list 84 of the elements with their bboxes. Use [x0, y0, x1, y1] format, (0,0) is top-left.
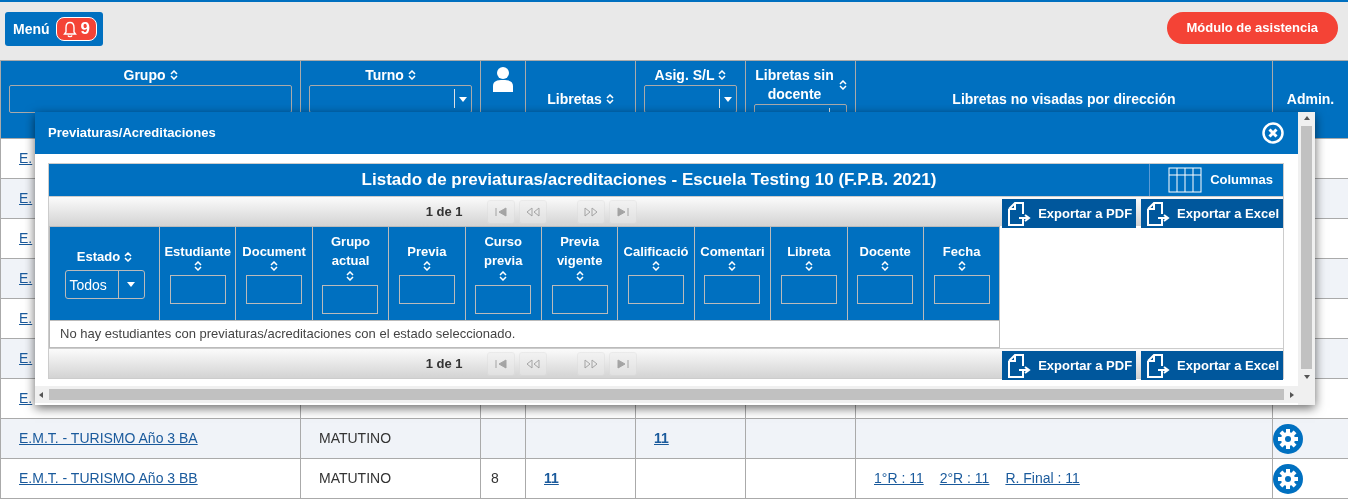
group-link[interactable]: E.: [19, 270, 33, 286]
group-link[interactable]: E.: [19, 390, 33, 406]
filter-select[interactable]: [309, 84, 472, 113]
page-indicator: 1 de 1: [425, 202, 463, 221]
report-link[interactable]: R. Final : 11: [1005, 468, 1080, 489]
sort-icon: [957, 261, 966, 272]
filter-field[interactable]: [9, 84, 292, 113]
export-button[interactable]: Exportar a PDF: [1002, 199, 1137, 228]
horizontal-scrollbar[interactable]: [35, 386, 1298, 403]
shift-text: MATUTINO: [319, 470, 392, 486]
column-header[interactable]: Admin.: [1286, 90, 1335, 109]
document-arrow-icon: [1145, 200, 1172, 227]
report-link[interactable]: 2°R : 11: [939, 468, 990, 489]
settings-icon[interactable]: [1273, 423, 1303, 454]
student-count: 8: [491, 470, 499, 486]
caret-icon: [127, 282, 135, 288]
column-header[interactable]: Previa: [407, 242, 447, 262]
group-link[interactable]: E.: [19, 350, 33, 366]
attendance-button[interactable]: Módulo de asistencia: [1166, 12, 1338, 44]
column-header[interactable]: Asig. S/L: [654, 66, 715, 85]
bell-icon: [62, 20, 77, 38]
filter-field[interactable]: [551, 284, 608, 314]
close-icon[interactable]: [1262, 122, 1284, 144]
sort-icon: [124, 252, 133, 262]
column-header[interactable]: Libreta: [787, 242, 831, 262]
column-header[interactable]: Libretas: [547, 90, 602, 109]
column-header[interactable]: Document: [242, 242, 306, 262]
filter-field[interactable]: [475, 284, 532, 314]
filter-field[interactable]: [628, 275, 685, 305]
report-link[interactable]: 1°R : 11: [874, 468, 924, 489]
column-header[interactable]: Turno: [365, 66, 404, 85]
column-header[interactable]: Grupo: [123, 66, 166, 85]
column-header[interactable]: Comentari: [700, 242, 765, 262]
column-header[interactable]: Docente: [859, 242, 911, 262]
export-button[interactable]: Exportar a Excel: [1141, 351, 1283, 380]
sort-icon: [346, 270, 355, 281]
notification-badge: 9: [55, 17, 98, 41]
sort-icon: [575, 270, 584, 281]
filter-field[interactable]: [857, 275, 914, 305]
empty-message: No hay estudiantes con previaturas/acreditaciones con el estado seleccionado.: [60, 326, 516, 342]
assignment-link[interactable]: 11: [654, 430, 669, 446]
column-header[interactable]: Estudiante: [164, 242, 231, 262]
document-arrow-icon: [1145, 352, 1172, 379]
shift-text: MATUTINO: [319, 430, 392, 446]
sort-icon: [804, 261, 813, 272]
column-header[interactable]: Estado: [76, 247, 121, 267]
filter-field[interactable]: [933, 275, 990, 305]
column-header[interactable]: Fecha: [942, 242, 981, 262]
group-link[interactable]: E.: [19, 230, 33, 246]
vertical-scrollbar[interactable]: [1298, 112, 1315, 405]
column-header[interactable]: Calificació: [623, 242, 689, 262]
sort-icon: [422, 261, 431, 272]
group-link[interactable]: E.: [19, 190, 33, 206]
filter-select[interactable]: [644, 84, 737, 113]
filter-field[interactable]: [322, 284, 379, 314]
export-button[interactable]: Exportar a Excel: [1141, 199, 1283, 228]
sort-icon: [193, 261, 202, 272]
filter-field[interactable]: [780, 275, 837, 305]
dialog-title: Previaturas/Acreditaciones: [48, 124, 216, 143]
group-link[interactable]: E.: [19, 310, 33, 326]
group-link[interactable]: E.: [19, 150, 33, 166]
sort-icon: [881, 261, 890, 272]
sort-icon: [728, 261, 737, 272]
settings-icon[interactable]: [1273, 463, 1303, 494]
caret-icon: [724, 97, 732, 103]
filter-field[interactable]: [169, 275, 226, 305]
sort-icon: [499, 270, 508, 281]
filter-field[interactable]: [704, 275, 761, 305]
export-button[interactable]: Exportar a PDF: [1002, 351, 1137, 380]
columns-icon: [1168, 167, 1202, 193]
person-icon: [493, 66, 513, 92]
menu-button[interactable]: Menú 9: [5, 12, 104, 46]
filter-field[interactable]: [246, 275, 303, 305]
page-indicator: 1 de 1: [425, 354, 463, 373]
document-arrow-icon: [1006, 352, 1033, 379]
libretas-link[interactable]: 11: [544, 470, 559, 486]
filter-field[interactable]: [398, 275, 455, 305]
column-header[interactable]: Libretas no visadas por dirección: [952, 90, 1176, 109]
document-arrow-icon: [1006, 200, 1033, 227]
filter-select[interactable]: Todos: [64, 270, 145, 300]
sort-icon: [270, 261, 279, 272]
sort-icon: [652, 261, 661, 272]
grid-caption: Listado de previaturas/acreditaciones - Escuela Testing 10 (F.P.B. 2021): [360, 169, 938, 192]
caret-icon: [459, 97, 467, 103]
